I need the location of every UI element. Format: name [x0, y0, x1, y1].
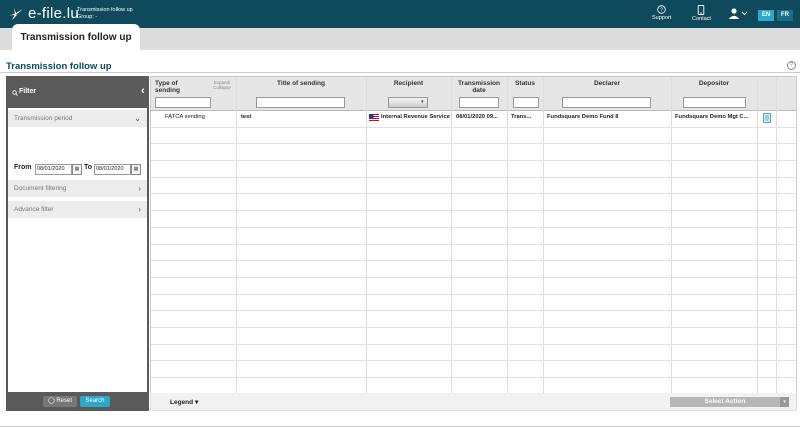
- col-header-recipient[interactable]: Recipient: [366, 80, 451, 87]
- search-icon: [12, 90, 18, 96]
- cell-status: Trans...: [511, 114, 532, 120]
- select-action-dropdown[interactable]: Select Action: [670, 397, 780, 407]
- table-row[interactable]: [151, 210, 796, 228]
- from-label: From: [14, 164, 32, 171]
- col-header-date[interactable]: Transmission date: [451, 80, 507, 94]
- table-row[interactable]: [151, 277, 796, 295]
- grid-rows: FATCA sending test Internal Revenue Serv…: [151, 110, 796, 394]
- cell-recipient: Internal Revenue Service: [381, 114, 450, 120]
- col-header-status[interactable]: Status: [507, 80, 543, 87]
- col-header-depositor[interactable]: Depositor: [671, 80, 757, 87]
- col-header-title[interactable]: Title of sending: [236, 80, 366, 87]
- chevron-right-icon: ›: [138, 205, 141, 214]
- lang-fr-button[interactable]: FR: [777, 10, 793, 21]
- dropdown-arrow-icon: ▾: [421, 99, 424, 105]
- user-menu-button[interactable]: [728, 8, 748, 20]
- chevron-right-icon: ›: [138, 184, 141, 193]
- search-button[interactable]: Search: [80, 396, 110, 407]
- table-row[interactable]: [151, 327, 796, 345]
- table-row[interactable]: [151, 260, 796, 278]
- filter-title-input[interactable]: [256, 97, 345, 108]
- page-help-icon[interactable]: ?: [787, 61, 796, 70]
- reset-label: Reset: [56, 398, 73, 404]
- legend-label: Legend: [170, 399, 194, 406]
- legend-button[interactable]: Legend ▾: [170, 398, 198, 406]
- document-filtering-label: Document filtering: [14, 185, 67, 192]
- filter-body: Transmission period ⌄ From 08/01/2020 ▦ …: [8, 108, 147, 392]
- grid-footer: Legend ▾ Select Action ▾: [150, 393, 797, 411]
- contact-label: Contact: [692, 16, 711, 22]
- filter-recipient-select[interactable]: ▾: [388, 97, 428, 108]
- table-row[interactable]: FATCA sending test Internal Revenue Serv…: [151, 110, 796, 128]
- support-label: Support: [652, 15, 672, 21]
- us-flag-icon: [369, 114, 379, 121]
- calendar-icon[interactable]: ▦: [72, 164, 82, 175]
- reset-icon: ◯: [47, 398, 55, 404]
- advance-filter-label: Advance filter: [14, 206, 54, 213]
- table-row[interactable]: [151, 294, 796, 312]
- app-context: Transmission follow up Group: -: [77, 7, 133, 20]
- filter-header: Filter ‹: [6, 76, 149, 108]
- table-row[interactable]: [151, 194, 796, 212]
- table-row[interactable]: [151, 244, 796, 262]
- filter-date-input[interactable]: [459, 97, 499, 108]
- app-logo[interactable]: e-file.lu: [28, 5, 79, 22]
- contact-button[interactable]: Contact: [692, 5, 711, 22]
- col-header-expand[interactable]: Expand/ Collapse: [206, 80, 238, 90]
- filter-declarer-input[interactable]: [562, 97, 651, 108]
- help-circle-icon: ?: [657, 5, 666, 14]
- document-icon[interactable]: [763, 113, 771, 123]
- filter-title: Filter: [19, 88, 37, 95]
- support-button[interactable]: ? Support: [652, 5, 671, 21]
- chevron-down-icon: ⌄: [134, 114, 141, 123]
- table-row[interactable]: [151, 227, 796, 245]
- cell-depositor: Fundsquare Demo Mgt C...: [675, 114, 749, 120]
- table-row[interactable]: [151, 177, 796, 195]
- table-row[interactable]: [151, 127, 796, 145]
- table-row[interactable]: [151, 160, 796, 178]
- document-filtering-section[interactable]: Document filtering ›: [8, 180, 147, 197]
- collapse-filter-button[interactable]: ‹: [141, 85, 145, 97]
- calendar-icon[interactable]: ▦: [131, 164, 141, 175]
- tab-transmission-follow-up[interactable]: Transmission follow up: [12, 24, 140, 50]
- to-date-input[interactable]: 08/01/2020: [94, 164, 131, 175]
- table-row[interactable]: [151, 361, 796, 379]
- cell-date: 08/01/2020 09...: [456, 114, 498, 120]
- app-context-group: Group: -: [77, 13, 98, 20]
- advance-filter-section[interactable]: Advance filter ›: [8, 201, 147, 218]
- transmission-period-label: Transmission period: [14, 115, 73, 122]
- bottom-divider: [0, 426, 800, 427]
- filter-status-input[interactable]: [513, 97, 539, 108]
- filter-type-input[interactable]: [155, 97, 211, 108]
- user-icon: [728, 8, 748, 19]
- col-header-declarer[interactable]: Declarer: [543, 80, 671, 87]
- app-context-title: Transmission follow up: [77, 7, 133, 13]
- table-row[interactable]: [151, 143, 796, 162]
- logo-icon: [9, 8, 23, 20]
- title-divider: [0, 72, 800, 73]
- filter-depositor-input[interactable]: [683, 97, 746, 108]
- cell-type: FATCA sending: [165, 114, 205, 120]
- transmission-period-section[interactable]: Transmission period ⌄: [8, 110, 147, 127]
- filter-panel: Filter ‹ Transmission period ⌄ From 08/0…: [6, 76, 149, 411]
- cell-title: test: [241, 114, 252, 120]
- table-row[interactable]: [151, 310, 796, 329]
- phone-icon: [698, 5, 705, 15]
- lang-en-button[interactable]: EN: [758, 10, 774, 21]
- select-action-arrow-icon[interactable]: ▾: [780, 397, 789, 407]
- svg-text:?: ?: [660, 7, 663, 13]
- cell-declarer: Fundsquare Demo Fund 8: [547, 114, 619, 120]
- table-row[interactable]: [151, 344, 796, 362]
- from-date-input[interactable]: 08/01/2020: [35, 164, 72, 175]
- grid-header: Type of sending Expand/ Collapse Title o…: [151, 77, 796, 111]
- page-title: Transmission follow up: [6, 61, 112, 72]
- col-header-type[interactable]: Type of sending: [155, 80, 201, 94]
- to-label: To: [84, 164, 93, 171]
- reset-button[interactable]: ◯ Reset: [43, 396, 77, 407]
- results-grid: Type of sending Expand/ Collapse Title o…: [150, 76, 797, 395]
- caret-down-icon: ▾: [194, 399, 199, 406]
